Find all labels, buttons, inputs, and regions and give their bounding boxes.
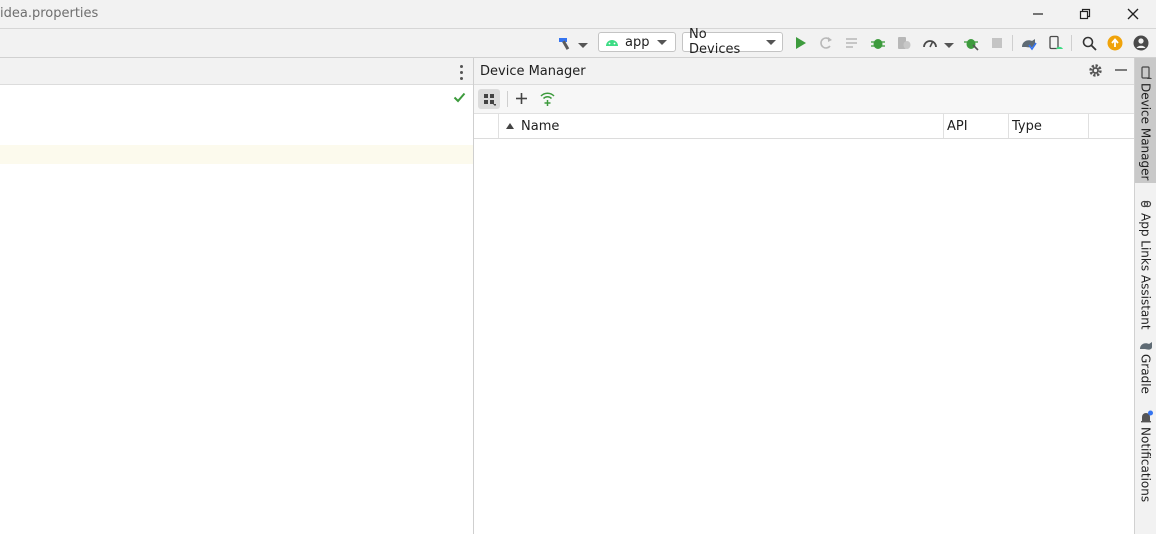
tool-window-label: Device Manager xyxy=(1138,83,1153,181)
run-icon xyxy=(796,37,806,49)
build-dropdown[interactable] xyxy=(578,43,588,48)
toolbar-separator xyxy=(1071,35,1072,51)
android-icon xyxy=(606,40,618,46)
minimize-icon xyxy=(1033,13,1043,15)
attach-debugger-icon xyxy=(898,37,911,49)
attach-debugger-button[interactable] xyxy=(895,34,913,52)
run-button[interactable] xyxy=(791,34,809,52)
profile-dropdown[interactable] xyxy=(944,43,954,48)
toolbar-separator xyxy=(507,91,508,107)
account-icon xyxy=(1133,35,1149,51)
plus-icon xyxy=(516,93,527,104)
device-manager-icon xyxy=(1049,35,1063,50)
sort-ascending-icon xyxy=(506,123,514,129)
gradle-sync-button[interactable] xyxy=(1020,34,1038,52)
inspection-status[interactable] xyxy=(453,91,466,107)
wifi-icon xyxy=(540,92,555,106)
hide-panel-button[interactable] xyxy=(1114,63,1128,81)
group-by-icon xyxy=(484,94,496,106)
group-by-button[interactable] xyxy=(478,89,500,109)
editor-tab-bar xyxy=(0,58,473,85)
search-button[interactable] xyxy=(1080,34,1098,52)
tool-window-device-manager[interactable]: Device Manager xyxy=(1135,66,1156,180)
device-selector-label: No Devices xyxy=(689,27,741,57)
apply-changes-button[interactable] xyxy=(817,34,835,52)
apply-code-changes-icon xyxy=(846,38,857,48)
device-manager-toolbar xyxy=(474,85,1134,114)
more-vertical-icon xyxy=(459,65,463,80)
add-device-button[interactable] xyxy=(514,91,529,110)
apply-changes-icon xyxy=(820,37,832,49)
tool-window-gradle[interactable]: Gradle xyxy=(1135,339,1156,394)
link-icon xyxy=(1140,200,1151,208)
pair-wifi-button[interactable] xyxy=(539,90,556,111)
tool-window-notifications[interactable]: Notifications xyxy=(1135,410,1156,502)
attach-process-button[interactable] xyxy=(962,34,980,52)
current-line-highlight xyxy=(0,145,473,164)
gradle-elephant-icon xyxy=(1139,342,1152,350)
restore-button[interactable] xyxy=(1062,0,1108,28)
restore-icon xyxy=(1079,8,1091,20)
tool-window-label: Notifications xyxy=(1138,427,1153,503)
chevron-down-icon xyxy=(657,39,668,45)
table-header-spacer xyxy=(474,114,499,138)
device-manager-header: Device Manager xyxy=(474,58,1134,85)
column-header-type[interactable]: Type xyxy=(1009,114,1089,138)
close-button[interactable] xyxy=(1110,0,1156,28)
attach-process-icon xyxy=(964,39,979,51)
stop-icon xyxy=(992,38,1002,48)
tool-window-label: Gradle xyxy=(1138,354,1153,394)
minimize-button[interactable] xyxy=(1015,0,1061,28)
hammer-icon xyxy=(559,38,570,50)
search-icon xyxy=(1082,36,1097,51)
update-icon xyxy=(1107,35,1123,51)
chevron-down-icon xyxy=(944,43,954,48)
stop-button[interactable] xyxy=(988,34,1006,52)
bell-icon xyxy=(1140,410,1153,423)
settings-button[interactable] xyxy=(1088,63,1103,82)
checkmark-icon xyxy=(453,92,466,103)
device-manager-title: Device Manager xyxy=(480,64,586,79)
column-header-name[interactable]: Name xyxy=(499,114,944,138)
minimize-icon xyxy=(1115,69,1127,71)
window-title: idea.properties xyxy=(0,6,99,21)
gradle-sync-icon xyxy=(1022,39,1037,51)
profile-icon xyxy=(923,40,937,48)
column-header-api[interactable]: API xyxy=(944,114,1009,138)
run-config-selector[interactable]: app xyxy=(598,32,676,52)
close-icon xyxy=(1127,8,1139,20)
account-button[interactable] xyxy=(1132,34,1150,52)
update-button[interactable] xyxy=(1106,34,1124,52)
device-table-body[interactable] xyxy=(474,139,1134,534)
chevron-down-icon xyxy=(578,43,588,48)
toolbar-separator xyxy=(1012,35,1013,51)
gear-icon xyxy=(1089,64,1102,77)
build-button[interactable] xyxy=(556,34,574,52)
device-manager-icon xyxy=(1140,66,1152,79)
debug-button[interactable] xyxy=(869,34,887,52)
run-config-label: app xyxy=(625,34,650,50)
chevron-down-icon xyxy=(766,39,776,45)
tool-window-label: App Links Assistant xyxy=(1138,213,1153,330)
apply-code-changes-button[interactable] xyxy=(843,34,861,52)
device-selector[interactable]: No Devices xyxy=(682,27,783,57)
profile-button[interactable] xyxy=(921,34,939,52)
more-options-button[interactable] xyxy=(454,63,468,80)
title-bar: idea.properties xyxy=(0,0,1156,29)
tool-window-app-links-assistant[interactable]: App Links Assistant xyxy=(1135,198,1156,330)
main-toolbar: app No Devices xyxy=(0,27,1156,58)
debug-icon xyxy=(871,39,885,49)
device-table-header: Name API Type xyxy=(474,114,1134,139)
device-manager-toolbar-button[interactable] xyxy=(1046,34,1064,52)
